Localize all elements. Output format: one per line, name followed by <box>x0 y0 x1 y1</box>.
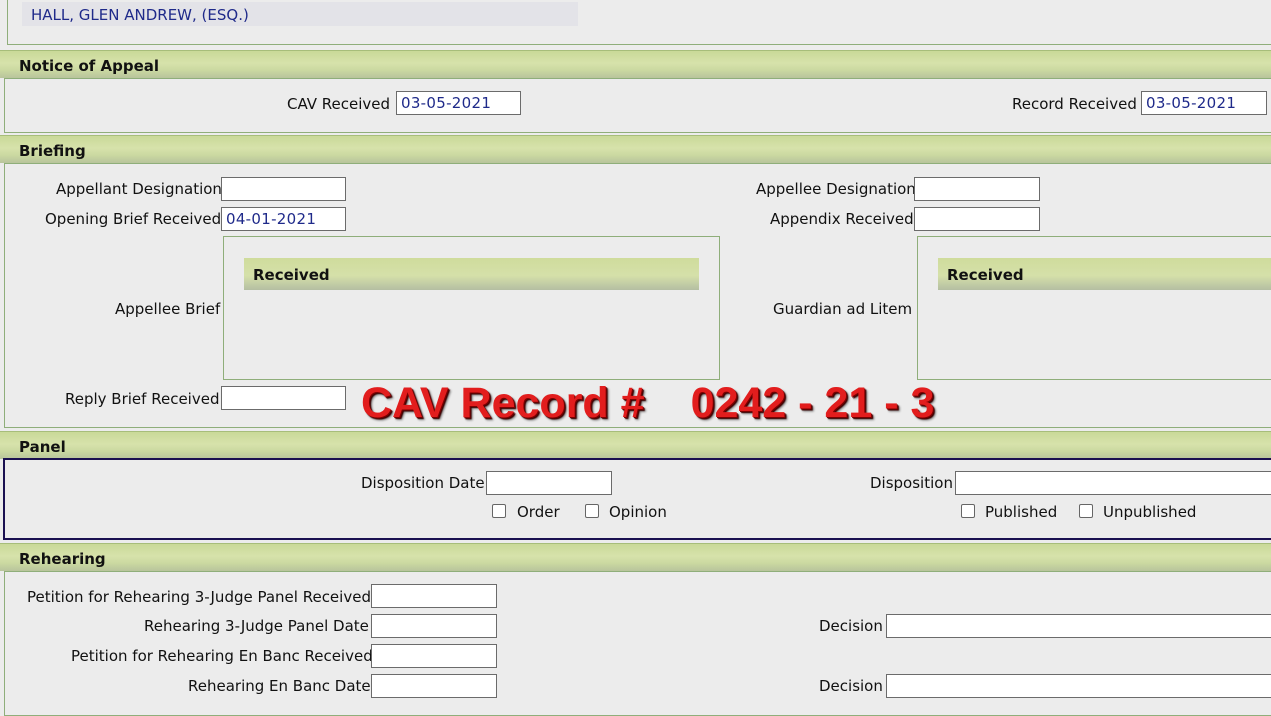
decision-label-1: Decision <box>819 617 883 635</box>
cav-received-input[interactable] <box>396 91 521 115</box>
appellee-brief-grid: Received <box>223 236 720 380</box>
section-title: Panel <box>19 438 66 456</box>
received-column-header: Received <box>947 266 1024 284</box>
reply-brief-input[interactable] <box>221 386 346 410</box>
disposition-date-input[interactable] <box>486 471 612 495</box>
decision-input-2[interactable] <box>886 674 1271 698</box>
appellant-designation-input[interactable] <box>221 177 346 201</box>
appendix-received-input[interactable] <box>914 207 1040 231</box>
guardian-ad-litem-label: Guardian ad Litem <box>773 300 913 318</box>
rehearing-enbanc-date-label: Rehearing En Banc Date <box>188 677 371 695</box>
appellee-brief-grid-header: Received <box>244 258 699 290</box>
appellee-designation-input[interactable] <box>914 177 1040 201</box>
disposition-date-label: Disposition Date <box>361 474 485 492</box>
order-checkbox[interactable] <box>492 504 506 518</box>
section-rehearing: Rehearing <box>0 543 1271 571</box>
section-title: Briefing <box>19 142 86 160</box>
unpublished-checkbox[interactable] <box>1079 504 1093 518</box>
section-title: Notice of Appeal <box>19 57 160 75</box>
record-received-label: Record Received <box>1012 95 1137 113</box>
reply-brief-label: Reply Brief Received <box>65 390 220 408</box>
decision-label-2: Decision <box>819 677 883 695</box>
petition-enbanc-label: Petition for Rehearing En Banc Received <box>71 647 373 665</box>
opinion-label: Opinion <box>609 503 667 521</box>
opening-brief-input[interactable] <box>221 207 346 231</box>
cav-record-number-stamp: CAV Record # 0242 - 21 - 3 <box>361 379 934 428</box>
published-checkbox[interactable] <box>961 504 975 518</box>
stamp-prefix: CAV Record # <box>361 379 645 427</box>
published-label: Published <box>985 503 1058 521</box>
record-received-input[interactable] <box>1141 91 1267 115</box>
petition-enbanc-input[interactable] <box>371 644 497 668</box>
appellee-brief-label: Appellee Brief <box>115 300 221 318</box>
section-notice-of-appeal: Notice of Appeal <box>0 50 1271 78</box>
section-title: Rehearing <box>19 550 106 568</box>
cav-received-label: CAV Received <box>287 95 391 113</box>
section-briefing: Briefing <box>0 135 1271 163</box>
guardian-grid: Received <box>917 236 1271 380</box>
attorney-name: HALL, GLEN ANDREW, (ESQ.) <box>31 6 249 24</box>
disposition-input[interactable] <box>955 471 1271 495</box>
rehearing-3judge-date-label: Rehearing 3-Judge Panel Date <box>144 617 369 635</box>
stamp-number: 0242 - 21 - 3 <box>690 379 935 427</box>
guardian-grid-header: Received <box>938 258 1271 290</box>
attorney-name-row: HALL, GLEN ANDREW, (ESQ.) <box>22 2 578 26</box>
appendix-received-label: Appendix Received <box>770 210 914 228</box>
rehearing-3judge-date-input[interactable] <box>371 614 497 638</box>
received-column-header: Received <box>253 266 330 284</box>
disposition-label: Disposition <box>870 474 953 492</box>
unpublished-label: Unpublished <box>1103 503 1197 521</box>
petition-3judge-label: Petition for Rehearing 3-Judge Panel Rec… <box>27 588 371 606</box>
order-label: Order <box>517 503 560 521</box>
appellee-designation-label: Appellee Designation <box>756 180 916 198</box>
rehearing-enbanc-date-input[interactable] <box>371 674 497 698</box>
petition-3judge-input[interactable] <box>371 584 497 608</box>
appellant-designation-label: Appellant Designation <box>56 180 222 198</box>
section-panel: Panel <box>0 431 1271 459</box>
opening-brief-label: Opening Brief Received <box>45 210 222 228</box>
decision-input-1[interactable] <box>886 614 1271 638</box>
opinion-checkbox[interactable] <box>585 504 599 518</box>
